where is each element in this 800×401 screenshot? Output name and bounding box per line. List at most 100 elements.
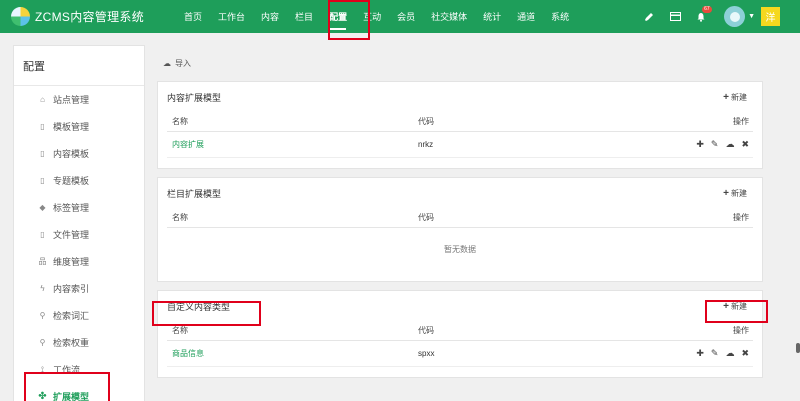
sidebar-item-workflow[interactable]: ⟟ 工作流 [25,356,144,383]
nav-item-interaction[interactable]: 互动 [355,0,389,33]
scrollbar-handle[interactable] [796,343,800,353]
plus-icon[interactable]: ✚ [696,348,704,359]
nav-item-config[interactable]: 配置 [321,0,355,33]
new-button[interactable]: + 新建 [723,92,747,103]
cloud-download-icon[interactable]: ☁ [725,139,734,150]
sidebar: 配置 ⌂ 站点管理 ▯ 模板管理 ▯ 内容模板 ▯ 专题模板 ◆ 标签管理 ▯ 文件管理 品… [13,45,145,401]
sidebar-item-label: 检索权重 [53,338,90,348]
table-row: 商品信息 spxx ✚ ✎ ☁ ✖ [167,341,753,367]
column-header-ops: 操作 [733,213,749,222]
chevron-down-icon[interactable]: ▼ [748,13,755,20]
new-button[interactable]: + 新建 [723,188,747,199]
new-label: 新建 [731,188,747,198]
nav-item-system[interactable]: 系统 [543,0,577,33]
cubes-icon: ✤ [38,391,47,401]
notification-badge: 67 [702,5,712,13]
table-header: 名称 代码 操作 [167,208,753,228]
nav-item-channel[interactable]: 通道 [509,0,543,33]
table-header: 名称 代码 操作 [167,112,753,132]
sidebar-item-search-vocabulary[interactable]: ⚲ 检索词汇 [25,302,144,329]
user-initial-badge[interactable]: 洋 [761,7,780,26]
search-icon: ⚲ [39,311,46,320]
cloud-upload-icon: ☁ [163,58,171,68]
flow-icon: ⟟ [41,364,44,374]
card-icon[interactable] [669,11,681,23]
file-icon: ▯ [40,176,45,185]
sidebar-title: 配置 [14,46,144,86]
top-tools: 67 ▼ 洋 [636,0,800,33]
nav-item-content[interactable]: 内容 [253,0,287,33]
empty-state: 暂无数据 [444,245,476,254]
nav-item-home[interactable]: 首页 [176,0,210,33]
table: 名称 代码 操作 内容扩展 nrkz ✚ ✎ ☁ ✖ [167,112,753,158]
new-label: 新建 [731,301,747,311]
nav-item-workbench[interactable]: 工作台 [210,0,253,33]
edit-icon[interactable]: ✎ [711,348,719,359]
plus-icon: + [723,300,729,312]
table: 名称 代码 操作 商品信息 spxx ✚ ✎ ☁ ✖ [167,321,753,367]
edit-icon[interactable]: ✎ [711,139,719,150]
plus-icon: + [723,187,729,199]
nav-item-member[interactable]: 会员 [389,0,423,33]
sidebar-item-label: 专题模板 [53,176,90,186]
tags-icon: ◆ [39,203,46,212]
sidebar-item-label: 内容模板 [53,149,90,159]
plus-icon[interactable]: ✚ [696,139,704,150]
sidebar-item-label: 模板管理 [53,122,90,132]
main-content: ☁ 导入 内容扩展模型 + 新建 名称 代码 操作 内容扩展 nrkz ✚ ✎ ☁… [157,45,763,386]
sidebar-item-template-management[interactable]: ▯ 模板管理 [25,113,144,140]
bell-icon[interactable]: 67 [695,5,712,23]
sidebar-item-topic-template[interactable]: ▯ 专题模板 [25,167,144,194]
column-header-name: 名称 [172,213,188,222]
nav-item-social-media[interactable]: 社交媒体 [423,0,475,33]
close-icon[interactable]: ✖ [741,348,749,359]
avatar[interactable] [724,6,746,27]
nav-item-statistics[interactable]: 统计 [475,0,509,33]
sidebar-item-label: 站点管理 [53,95,90,105]
bolt-icon: ϟ [40,284,45,293]
row-code: spxx [418,349,435,358]
table: 名称 代码 操作 暂无数据 [167,208,753,271]
sidebar-list: ⌂ 站点管理 ▯ 模板管理 ▯ 内容模板 ▯ 专题模板 ◆ 标签管理 ▯ 文件管理 品维度管… [14,86,144,401]
panel-header: 自定义内容类型 + 新建 [158,291,762,321]
app-logo[interactable]: ZCMS内容管理系统 [0,7,176,26]
column-header-ops: 操作 [733,326,749,335]
sidebar-item-label: 维度管理 [53,257,90,267]
sidebar-item-content-index[interactable]: ϟ 内容索引 [25,275,144,302]
sidebar-item-extension-model[interactable]: ✤ 扩展模型 [25,383,144,401]
sidebar-item-content-template[interactable]: ▯ 内容模板 [25,140,144,167]
custom-content-type-panel: 自定义内容类型 + 新建 名称 代码 操作 商品信息 spxx ✚ ✎ ☁ ✖ [157,290,763,378]
import-button[interactable]: ☁ 导入 [157,45,763,81]
sidebar-item-dimension-management[interactable]: 品维度管理 [25,248,144,275]
row-name-link[interactable]: 内容扩展 [167,139,418,150]
row-code: nrkz [418,140,434,149]
row-actions: ✚ ✎ ☁ ✖ [673,139,753,150]
content-extension-panel: 内容扩展模型 + 新建 名称 代码 操作 内容扩展 nrkz ✚ ✎ ☁ ✖ [157,81,763,169]
close-icon[interactable]: ✖ [741,139,749,150]
sitemap-icon: 品 [38,257,47,266]
panel-title: 栏目扩展模型 [167,188,222,199]
plus-icon: + [723,91,729,103]
row-name-link[interactable]: 商品信息 [167,348,418,359]
import-label: 导入 [175,58,191,68]
panel-header: 内容扩展模型 + 新建 [158,82,762,112]
sidebar-item-tag-management[interactable]: ◆ 标签管理 [25,194,144,221]
sidebar-item-search-weight[interactable]: ⚲ 检索权重 [25,329,144,356]
column-header-ops: 操作 [733,117,749,126]
catalog-extension-panel: 栏目扩展模型 + 新建 名称 代码 操作 暂无数据 [157,177,763,282]
sidebar-item-site-management[interactable]: ⌂ 站点管理 [25,86,144,113]
column-header-name: 名称 [172,326,188,335]
app-title: ZCMS内容管理系统 [35,10,144,24]
top-navbar: ZCMS内容管理系统 首页 工作台 内容 栏目 配置 互动 会员 社交媒体 统计… [0,0,800,33]
eyedropper-icon[interactable] [643,11,655,23]
new-label: 新建 [731,92,747,102]
avatar-image [729,11,740,22]
sidebar-item-file-management[interactable]: ▯ 文件管理 [25,221,144,248]
table-header: 名称 代码 操作 [167,321,753,341]
nav-item-catalog[interactable]: 栏目 [287,0,321,33]
table-row: 内容扩展 nrkz ✚ ✎ ☁ ✖ [167,132,753,158]
sidebar-item-label: 扩展模型 [53,392,90,401]
new-button[interactable]: + 新建 [723,301,747,312]
cloud-download-icon[interactable]: ☁ [725,348,734,359]
logo-mark-icon [11,7,30,26]
